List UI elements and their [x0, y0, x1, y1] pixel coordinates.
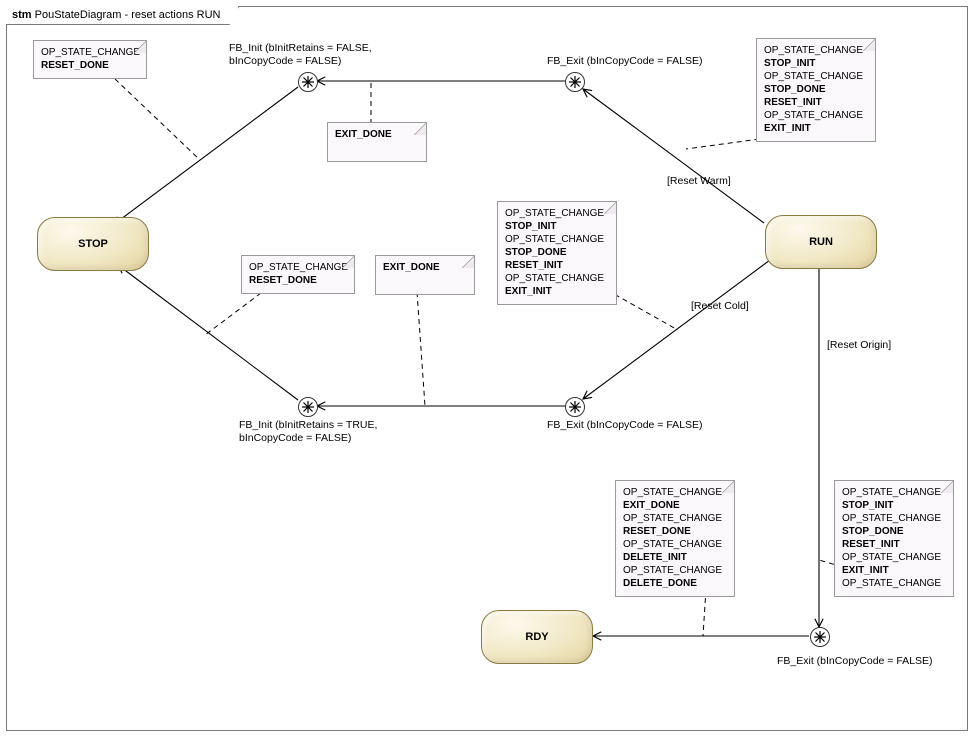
choice-c2 [565, 72, 585, 92]
note-n6: OP_STATE_CHANGESTOP_INITOP_STATE_CHANGES… [497, 201, 617, 305]
label-c5: FB_Exit (bInCopyCode = FALSE) [777, 655, 933, 668]
choice-c5 [810, 627, 830, 647]
state-rdy: RDY [481, 610, 593, 664]
note-n5: EXIT_DONE [375, 255, 475, 295]
guard-reset-warm: [Reset Warm] [667, 175, 731, 188]
guard-reset-origin: [Reset Origin] [827, 339, 891, 352]
label-c3: FB_Init (bInitRetains = TRUE,bInCopyCode… [239, 419, 377, 445]
choice-c4 [565, 397, 585, 417]
diagram-frame: stm PouStateDiagram - reset actions RUN [6, 6, 968, 731]
note-n2: EXIT_DONE [327, 122, 427, 162]
guard-reset-cold: [Reset Cold] [691, 300, 749, 313]
label-c1: FB_Init (bInitRetains = FALSE,bInCopyCod… [229, 42, 372, 68]
choice-c3 [298, 397, 318, 417]
state-run: RUN [765, 215, 877, 269]
label-c4: FB_Exit (bInCopyCode = FALSE) [547, 419, 703, 432]
title-main: PouStateDiagram - reset actions RUN [35, 9, 221, 21]
state-run-label: RUN [809, 236, 833, 248]
state-stop: STOP [37, 217, 149, 271]
diagram-title-tab: stm PouStateDiagram - reset actions RUN [6, 6, 239, 25]
state-stop-label: STOP [78, 238, 108, 250]
note-n7: OP_STATE_CHANGEEXIT_DONEOP_STATE_CHANGER… [615, 480, 735, 597]
state-rdy-label: RDY [525, 631, 548, 643]
note-n4: OP_STATE_CHANGERESET_DONE [241, 255, 355, 294]
note-n8: OP_STATE_CHANGESTOP_INITOP_STATE_CHANGES… [834, 480, 954, 597]
choice-c1 [298, 72, 318, 92]
label-c2: FB_Exit (bInCopyCode = FALSE) [547, 55, 703, 68]
note-n1: OP_STATE_CHANGERESET_DONE [33, 40, 147, 79]
note-n3: OP_STATE_CHANGESTOP_INITOP_STATE_CHANGES… [756, 38, 876, 142]
title-prefix: stm [12, 9, 35, 21]
